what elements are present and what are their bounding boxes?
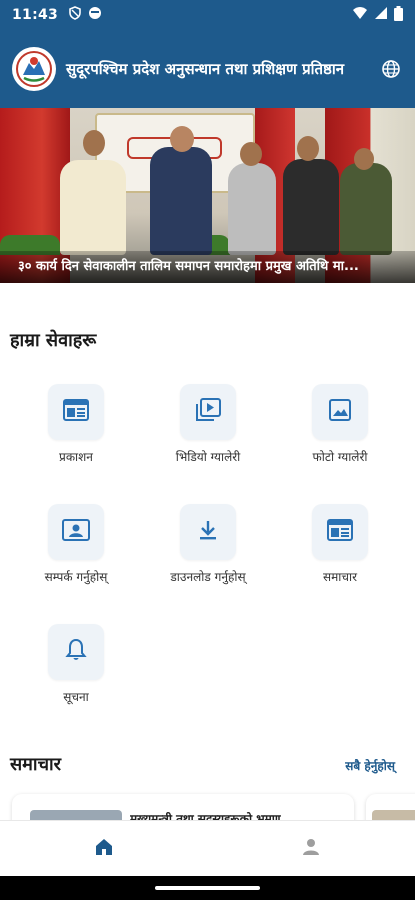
globe-icon[interactable] [379,57,403,81]
app-header: सुदूरपश्चिम प्रदेश अनुसन्धान तथा प्रशिक्… [0,30,415,108]
service-label: भिडियो ग्यालेरी [175,450,241,464]
banner-photo-person [150,147,212,255]
wifi-icon [352,6,368,24]
banner-caption: ३० कार्य दिन सेवाकालीन तालिम समापन समारो… [0,251,415,283]
nav-home[interactable] [0,821,208,876]
battery-icon [394,5,403,25]
services-heading: हाम्रा सेवाहरू [10,330,97,351]
service-label: सम्पर्क गर्नुहोस् [44,570,108,584]
home-gesture-handle[interactable] [155,886,260,890]
publication-icon [63,399,89,425]
banner-photo-person [340,163,392,255]
header-title: सुदूरपश्चिम प्रदेश अनुसन्धान तथा प्रशिक्… [66,60,345,78]
status-bar: 11:43 [0,0,415,30]
service-publication[interactable]: प्रकाशन [21,384,131,465]
system-gesture-bar [0,876,415,900]
download-icon [197,519,219,545]
service-label: फोटो ग्यालेरी [312,450,368,464]
featured-banner[interactable]: ३० कार्य दिन सेवाकालीन तालिम समापन समारो… [0,108,415,283]
service-download[interactable]: डाउनलोड गर्नुहोस् [153,504,263,585]
contact-card-icon [62,519,90,545]
service-label: डाउनलोड गर्नुहोस् [170,570,246,584]
bell-icon [65,638,87,666]
banner-photo-person [283,159,339,255]
service-label: प्रकाशन [59,450,93,464]
service-photo-gallery[interactable]: फोटो ग्यालेरी [285,384,395,465]
status-time: 11:43 [12,7,59,23]
profile-icon [302,838,320,860]
nav-profile[interactable] [208,821,415,876]
service-label: सूचना [63,690,89,704]
video-gallery-icon [195,398,221,426]
service-news[interactable]: समाचार [285,504,395,585]
signal-icon [374,6,388,24]
service-notice[interactable]: सूचना [21,624,131,705]
shield-icon [68,6,82,24]
news-heading: समाचार [10,754,62,775]
banner-photo-person [60,160,126,255]
photo-gallery-icon [328,398,352,426]
home-icon [94,837,114,861]
see-all-link[interactable]: सबै हेर्नुहोस् [345,757,395,774]
bottom-navigation [0,820,415,876]
news-icon [327,519,353,545]
app-screen: 11:43 सुदूरपश्चिम प्रदेश अनुसन्धान तथा प… [0,0,415,900]
face-icon [88,6,102,24]
service-label: समाचार [322,570,358,584]
banner-photo-person [228,163,276,255]
service-contact[interactable]: सम्पर्क गर्नुहोस् [21,504,131,585]
service-video-gallery[interactable]: भिडियो ग्यालेरी [153,384,263,465]
nepal-emblem-logo [12,47,56,91]
